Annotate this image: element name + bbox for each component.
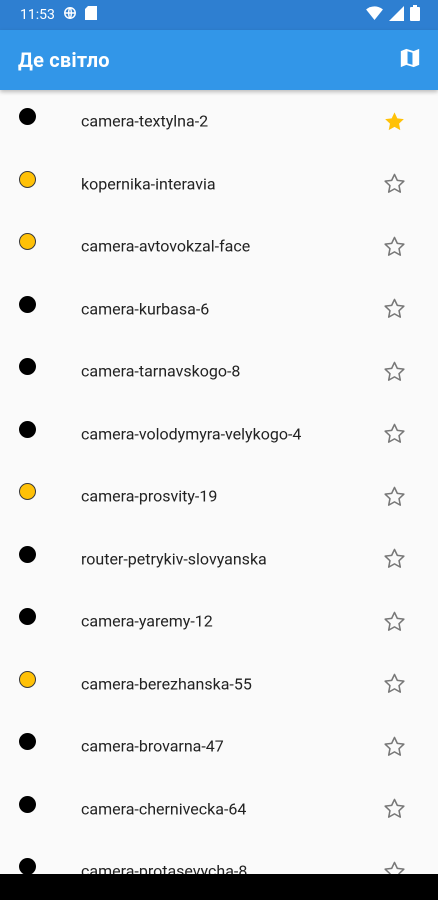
list-item-name: camera-avtovokzal-face: [81, 236, 251, 256]
list-item[interactable]: camera-berezhanska-55: [0, 653, 438, 716]
star-outline-icon[interactable]: [382, 422, 406, 446]
list-item[interactable]: camera-kurbasa-6: [0, 278, 438, 341]
navigation-bar: [0, 874, 438, 900]
star-outline-icon[interactable]: [382, 297, 406, 321]
list-item[interactable]: kopernika-interavia: [0, 153, 438, 216]
status-dot-on: [19, 670, 36, 688]
vpn-globe-icon: [63, 6, 77, 24]
status-dot-off: [19, 795, 36, 813]
list-item-name: camera-protasevycha-8: [81, 861, 248, 874]
status-dot-off: [19, 545, 36, 563]
location-list: camera-textylna-2 kopernika-interavia came…: [0, 90, 438, 874]
list-item[interactable]: camera-prosvity-19: [0, 465, 438, 528]
status-dot-off: [19, 108, 36, 125]
wifi-icon: [366, 6, 383, 24]
map-icon: [399, 47, 421, 73]
list-item-name: camera-volodymyra-velykogo-4: [81, 424, 302, 444]
star-outline-icon[interactable]: [382, 547, 406, 571]
status-dot-off: [19, 858, 36, 874]
app-title: Де світло: [18, 48, 110, 72]
list-item[interactable]: camera-yaremy-12: [0, 590, 438, 653]
sd-card-icon: [84, 6, 97, 24]
signal-icon: [389, 5, 404, 25]
status-dot-on: [19, 233, 36, 250]
star-outline-icon[interactable]: [382, 609, 406, 633]
list-item-name: kopernika-interavia: [81, 174, 216, 194]
list-item[interactable]: camera-tarnavskogo-8: [0, 340, 438, 403]
status-dot-off: [19, 733, 36, 750]
status-dot-off: [19, 358, 36, 375]
status-dot-off: [19, 420, 36, 438]
star-filled-icon[interactable]: [382, 109, 406, 133]
list-item-name: camera-berezhanska-55: [81, 674, 252, 694]
list-item[interactable]: router-petrykiv-slovyanska: [0, 528, 438, 591]
app-bar: Де світло: [0, 30, 438, 90]
list-item[interactable]: camera-brovarna-47: [0, 715, 438, 778]
list-item-name: router-petrykiv-slovyanska: [81, 549, 267, 569]
status-dot-off: [19, 295, 36, 313]
map-button[interactable]: [398, 48, 422, 72]
star-outline-icon[interactable]: [382, 734, 406, 758]
status-time: 11:53: [20, 7, 55, 23]
star-outline-icon[interactable]: [382, 672, 406, 696]
star-outline-icon[interactable]: [382, 359, 406, 383]
star-outline-icon[interactable]: [382, 859, 406, 874]
list-item-name: camera-kurbasa-6: [81, 299, 210, 319]
battery-icon: [410, 5, 420, 25]
list-item[interactable]: camera-protasevycha-8: [0, 840, 438, 874]
star-outline-icon[interactable]: [382, 797, 406, 821]
status-dot-off: [19, 608, 36, 625]
star-outline-icon[interactable]: [382, 484, 406, 508]
status-bar: 11:53: [0, 0, 438, 30]
list-item-name: camera-chernivecka-64: [81, 799, 247, 819]
list-item-name: camera-prosvity-19: [81, 486, 218, 506]
status-dot-on: [19, 170, 36, 188]
status-dot-on: [19, 483, 36, 500]
list-item-name: camera-textylna-2: [81, 111, 209, 131]
list-item[interactable]: camera-avtovokzal-face: [0, 215, 438, 278]
list-item-name: camera-brovarna-47: [81, 736, 224, 756]
star-outline-icon[interactable]: [382, 172, 406, 196]
star-outline-icon[interactable]: [382, 234, 406, 258]
list-item[interactable]: camera-textylna-2: [0, 90, 438, 153]
list-item[interactable]: camera-chernivecka-64: [0, 778, 438, 841]
list-item-name: camera-yaremy-12: [81, 611, 213, 631]
list-item-name: camera-tarnavskogo-8: [81, 361, 241, 381]
list-item[interactable]: camera-volodymyra-velykogo-4: [0, 403, 438, 466]
